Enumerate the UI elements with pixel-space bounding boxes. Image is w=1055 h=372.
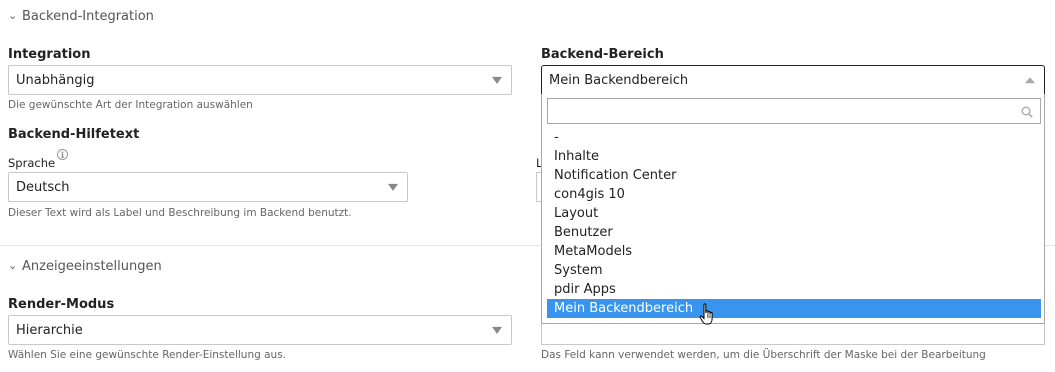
- dropdown-option[interactable]: MetaModels: [547, 242, 1041, 261]
- integration-help: Die gewünschte Art der Integration auswä…: [8, 99, 253, 111]
- render-mode-select[interactable]: Hierarchie: [8, 315, 512, 345]
- display-settings-legend[interactable]: ⌄ Anzeigeeinstellungen: [8, 259, 162, 274]
- legend-label: Anzeigeeinstellungen: [22, 259, 162, 274]
- integration-value: Unabhängig: [16, 72, 95, 88]
- caret-down-icon: [492, 76, 502, 84]
- dropdown-option[interactable]: System: [547, 261, 1041, 280]
- caret-up-icon: [1025, 77, 1035, 84]
- info-icon[interactable]: i: [57, 149, 69, 160]
- dropdown-option[interactable]: Benutzer: [547, 223, 1041, 242]
- render-mode-label: Render-Modus: [8, 297, 115, 312]
- hand-cursor-icon: [699, 303, 713, 325]
- helptext-help: Dieser Text wird als Label und Beschreib…: [8, 207, 352, 219]
- chevron-down-icon: ⌄: [8, 9, 18, 22]
- integration-select[interactable]: Unabhängig: [8, 65, 512, 95]
- caret-down-icon: [492, 326, 502, 334]
- search-icon: [1021, 106, 1033, 118]
- dropdown-option[interactable]: Inhalte: [547, 147, 1041, 166]
- dropdown-option[interactable]: -: [547, 128, 1041, 147]
- legend-label: Backend-Integration: [22, 9, 154, 24]
- dropdown-option[interactable]: Layout: [547, 204, 1041, 223]
- helptext-label: Backend-Hilfetext: [8, 127, 140, 142]
- dropdown-options: - Inhalte Notification Center con4gis 10…: [547, 128, 1041, 318]
- dropdown-search-input[interactable]: [547, 98, 1041, 124]
- render-mode-help: Wählen Sie eine gewünschte Render-Einste…: [8, 349, 287, 361]
- backend-area-value: Mein Backendbereich: [549, 72, 689, 88]
- chevron-down-icon: ⌄: [8, 259, 18, 272]
- dropdown-option-selected[interactable]: Mein Backendbereich: [547, 299, 1041, 318]
- dropdown-option[interactable]: Notification Center: [547, 166, 1041, 185]
- language-select[interactable]: Deutsch: [8, 172, 408, 202]
- dropdown-option[interactable]: pdir Apps: [547, 280, 1041, 299]
- backend-integration-legend[interactable]: ⌄ Backend-Integration: [8, 9, 154, 24]
- backend-area-label: Backend-Bereich: [541, 47, 664, 62]
- dropdown-option[interactable]: con4gis 10: [547, 185, 1041, 204]
- backend-area-select[interactable]: Mein Backendbereich: [541, 65, 1045, 95]
- integration-label: Integration: [8, 47, 91, 62]
- heading-help: Das Feld kann verwendet werden, um die Ü…: [541, 349, 986, 361]
- language-label: Sprache: [8, 156, 56, 170]
- language-value: Deutsch: [16, 179, 70, 195]
- language-label-row: Sprache i: [8, 149, 69, 170]
- backend-area-dropdown: - Inhalte Notification Center con4gis 10…: [541, 94, 1045, 324]
- render-mode-value: Hierarchie: [16, 322, 83, 338]
- caret-down-icon: [388, 183, 398, 191]
